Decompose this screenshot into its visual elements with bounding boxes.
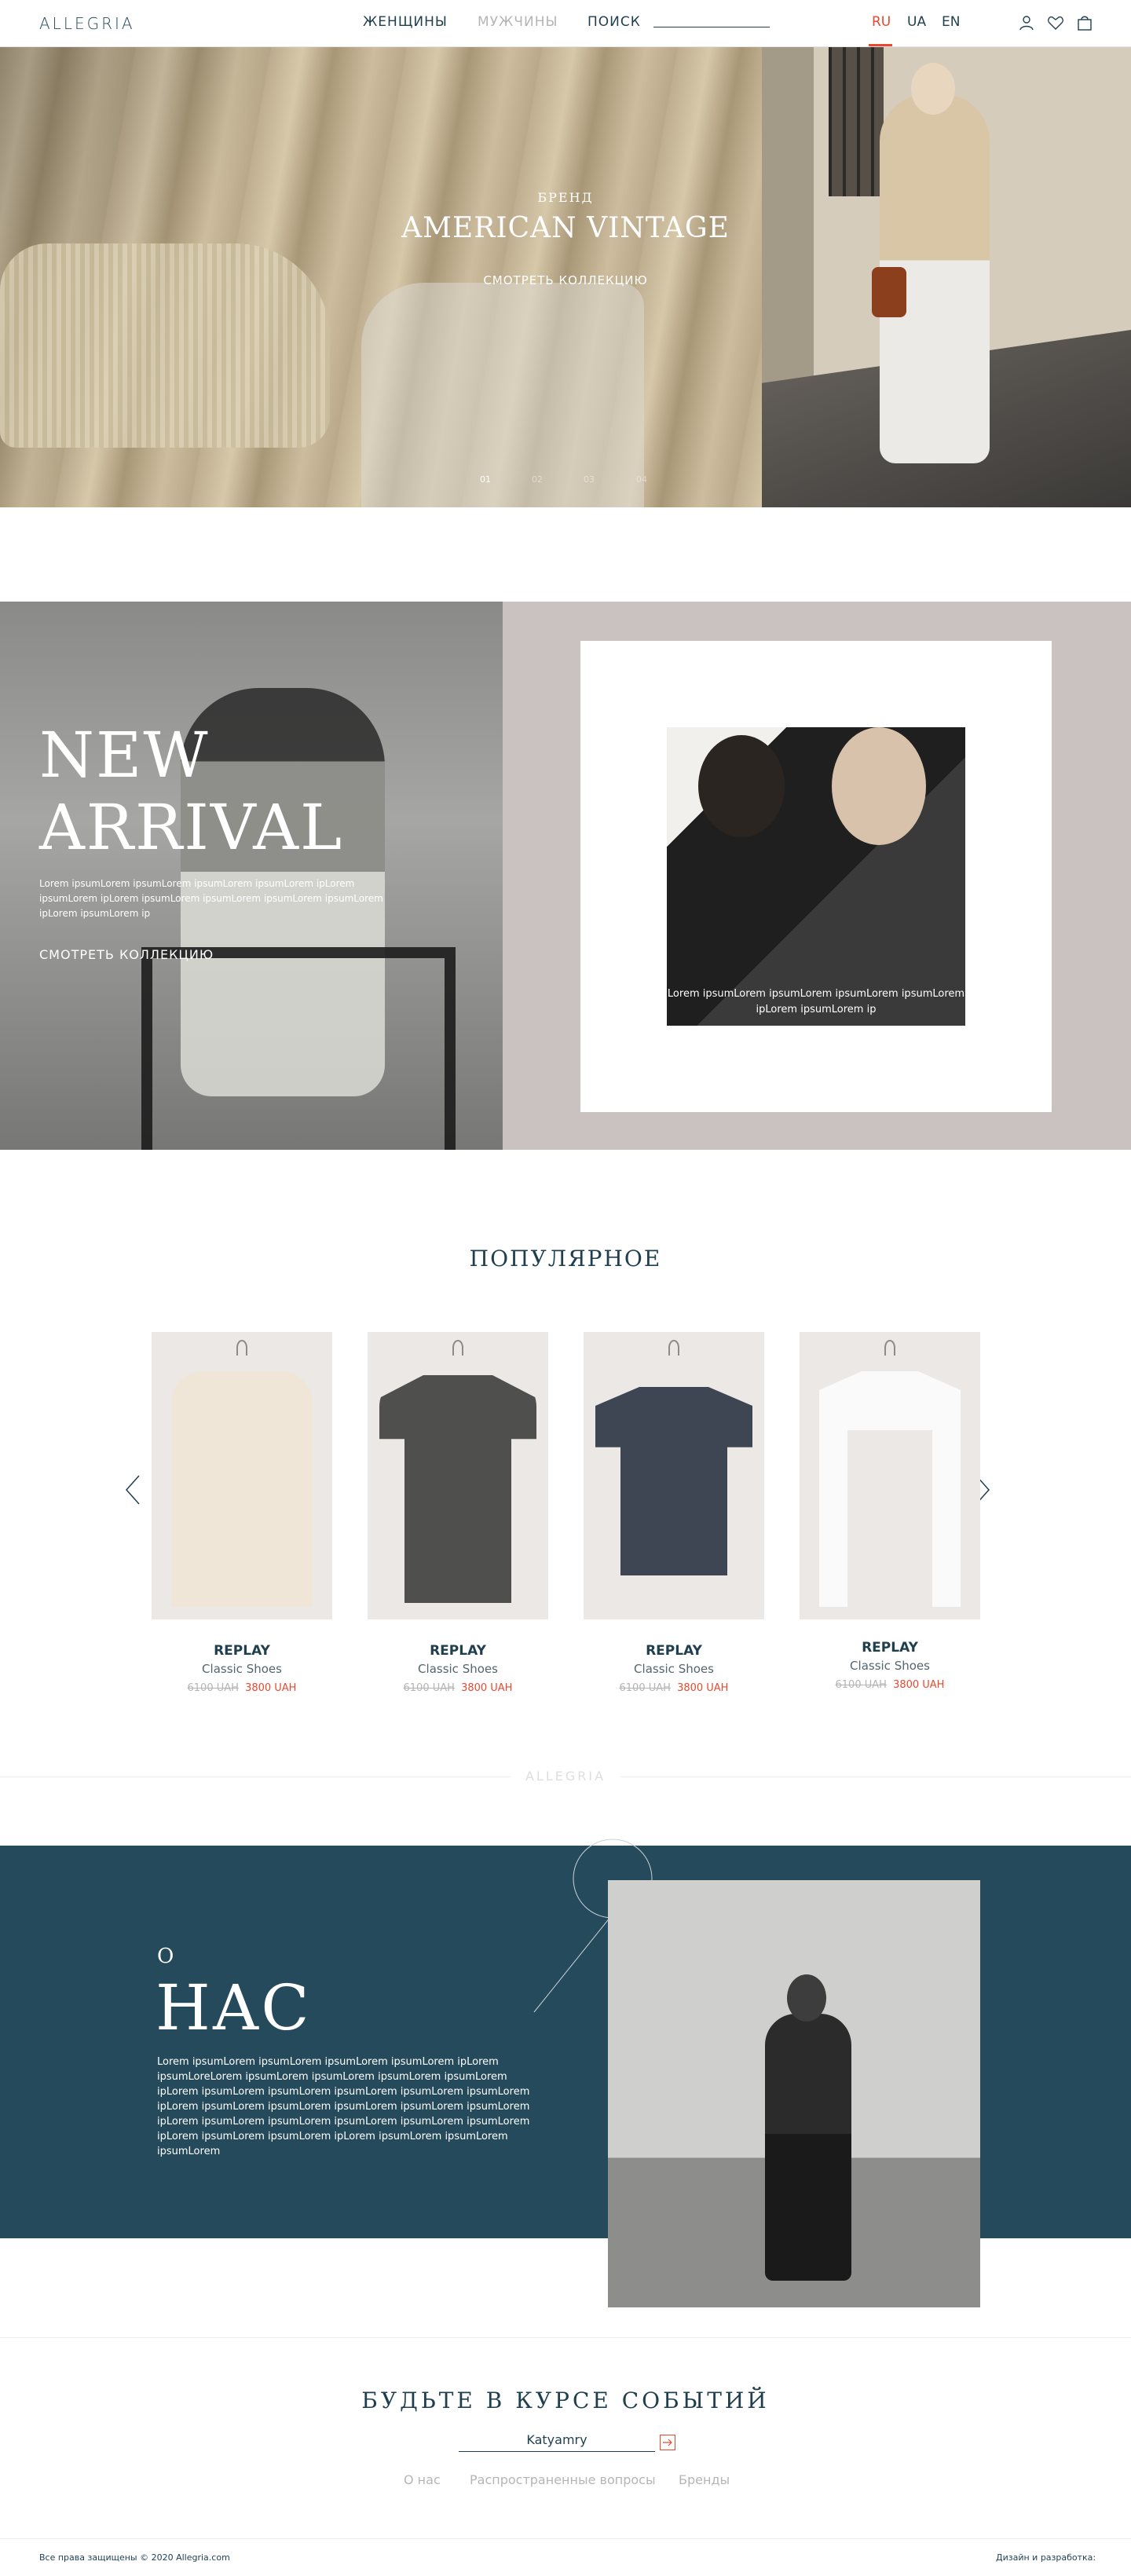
arrow-right-icon — [663, 2439, 672, 2446]
lang-en[interactable]: EN — [942, 14, 960, 30]
hero-shirt-texture — [361, 283, 644, 507]
nav-men[interactable]: МУЖЧИНЫ — [478, 14, 558, 30]
lang-ru[interactable]: RU — [872, 14, 891, 30]
product-sale-price: 3800 UAH — [677, 1682, 729, 1694]
slide-dot-3[interactable]: 03 — [584, 474, 595, 485]
slide-dot-2[interactable]: 02 — [532, 474, 543, 485]
hero-title: AMERICAN VINTAGE — [401, 212, 730, 244]
new-arrival-collection-link[interactable]: СМОТРЕТЬ КОЛЛЕКЦИЮ — [39, 947, 214, 962]
new-arrival-title: NEW ARRIVAL — [39, 719, 343, 864]
longsleeve-garment — [819, 1371, 961, 1607]
card-person-1 — [698, 735, 785, 837]
product-old-price: 6100 UAH — [619, 1682, 671, 1694]
hero-collection-link[interactable]: СМОТРЕТЬ КОЛЛЕКЦИЮ — [0, 273, 1131, 287]
product-image[interactable] — [584, 1332, 764, 1619]
product-brand: REPLAY — [862, 1640, 918, 1656]
new-arrival-text: Lorem ipsumLorem ipsumLorem ipsumLorem i… — [39, 878, 383, 919]
footer-link-about[interactable]: О нас — [404, 2472, 441, 2487]
product-old-price: 6100 UAH — [835, 1679, 887, 1691]
newsletter-submit-button[interactable] — [660, 2435, 675, 2450]
section-divider — [0, 2337, 1131, 2338]
product-price: 6100 UAH 3800 UAH — [800, 1679, 980, 1691]
hanger-hook — [452, 1340, 463, 1356]
card-person-2 — [832, 727, 926, 845]
product-card[interactable]: REPLAY Classic Shoes 6100 UAH 3800 UAH — [800, 1332, 980, 1691]
lang-active-indicator — [869, 44, 892, 46]
footer-divider — [0, 2538, 1131, 2539]
lang-ua[interactable]: UA — [907, 14, 926, 30]
logo[interactable]: ALLEGRIA — [39, 14, 135, 33]
product-name: Classic Shoes — [202, 1662, 282, 1676]
product-price: 6100 UAH 3800 UAH — [584, 1682, 764, 1694]
nav-search[interactable]: ПОИСК — [587, 14, 641, 30]
site-header: ALLEGRIA ЖЕНЩИНЫ МУЖЧИНЫ ПОИСК RU UA EN — [0, 0, 1131, 47]
hanger-hook — [884, 1340, 895, 1356]
product-brand: REPLAY — [430, 1643, 486, 1659]
hero-label: БРЕНД — [537, 190, 594, 205]
product-sale-price: 3800 UAH — [461, 1682, 513, 1694]
new-arrival-title-line2: ARRIVAL — [39, 791, 344, 864]
product-old-price: 6100 UAH — [403, 1682, 455, 1694]
design-credit: Дизайн и разработка: — [996, 2552, 1096, 2563]
hanger-hook — [236, 1340, 247, 1356]
hero-window — [829, 47, 884, 196]
product-name: Classic Shoes — [850, 1659, 930, 1673]
new-arrival-card: Lorem ipsumLorem ipsumLorem ipsumLorem i… — [580, 641, 1052, 1112]
product-sale-price: 3800 UAH — [245, 1682, 297, 1694]
divider-logo: ALLEGRIA — [511, 1769, 620, 1784]
footer-link-faq[interactable]: Распространенные вопросы — [470, 2472, 656, 2487]
about-image — [608, 1880, 980, 2307]
product-name: Classic Shoes — [634, 1662, 714, 1676]
product-card[interactable]: REPLAY Classic Shoes 6100 UAH 3800 UAH — [368, 1332, 548, 1694]
footer-link-brands[interactable]: Бренды — [679, 2472, 730, 2487]
about-model-head — [787, 1974, 826, 2022]
hanger-hook — [668, 1340, 679, 1356]
bag-icon[interactable] — [1076, 14, 1093, 31]
tshirt-garment — [595, 1387, 752, 1575]
about-title: НАС — [156, 1971, 311, 2044]
product-price: 6100 UAH 3800 UAH — [368, 1682, 548, 1694]
about-text: Lorem ipsumLorem ipsumLorem ipsumLorem i… — [157, 2056, 530, 2157]
new-arrival-image — [0, 602, 503, 1150]
newsletter-email-input[interactable] — [459, 2428, 655, 2452]
new-arrival-card-image[interactable]: Lorem ipsumLorem ipsumLorem ipsumLorem i… — [667, 727, 965, 1026]
hero-model-head — [911, 63, 955, 115]
new-arrival-title-line1: NEW — [39, 719, 210, 792]
tshirt-garment — [379, 1375, 536, 1603]
product-card[interactable]: REPLAY Classic Shoes 6100 UAH 3800 UAH — [152, 1332, 332, 1694]
product-old-price: 6100 UAH — [187, 1682, 239, 1694]
slide-dot-1[interactable]: 01 — [480, 474, 491, 485]
slide-dot-4[interactable]: 04 — [636, 474, 647, 485]
product-name: Classic Shoes — [418, 1662, 498, 1676]
product-brand: REPLAY — [214, 1643, 270, 1659]
about-model — [765, 2014, 851, 2281]
product-sale-price: 3800 UAH — [893, 1679, 945, 1691]
jacket-garment — [171, 1371, 313, 1607]
heart-icon[interactable] — [1047, 14, 1064, 31]
user-icon[interactable] — [1018, 14, 1035, 31]
product-card[interactable]: REPLAY Classic Shoes 6100 UAH 3800 UAH — [584, 1332, 764, 1694]
chevron-left-icon — [125, 1475, 140, 1505]
hero-banner: БРЕНД AMERICAN VINTAGE СМОТРЕТЬ КОЛЛЕКЦИ… — [0, 47, 1131, 507]
new-arrival-card-text: Lorem ipsumLorem ipsumLorem ipsumLorem i… — [667, 988, 965, 1015]
copyright-text: Все права защищены © 2020 Allegria.com — [39, 2552, 230, 2563]
popular-title: ПОПУЛЯРНОЕ — [469, 1246, 662, 1272]
about-pre-title: О — [157, 1945, 174, 1968]
product-price: 6100 UAH 3800 UAH — [152, 1682, 332, 1694]
nav-women[interactable]: ЖЕНЩИНЫ — [363, 14, 448, 30]
product-brand: REPLAY — [646, 1643, 702, 1659]
new-arrival-section: NEW ARRIVAL Lorem ipsumLorem ipsumLorem … — [0, 602, 1131, 1150]
product-image[interactable] — [368, 1332, 548, 1619]
arrival-chair — [141, 947, 456, 1150]
product-image[interactable] — [800, 1332, 980, 1619]
new-arrival-panel: Lorem ipsumLorem ipsumLorem ipsumLorem i… — [503, 602, 1131, 1150]
newsletter-title: БУДЬТЕ В КУРСЕ СОБЫТИЙ — [361, 2388, 770, 2413]
product-image[interactable] — [152, 1332, 332, 1619]
